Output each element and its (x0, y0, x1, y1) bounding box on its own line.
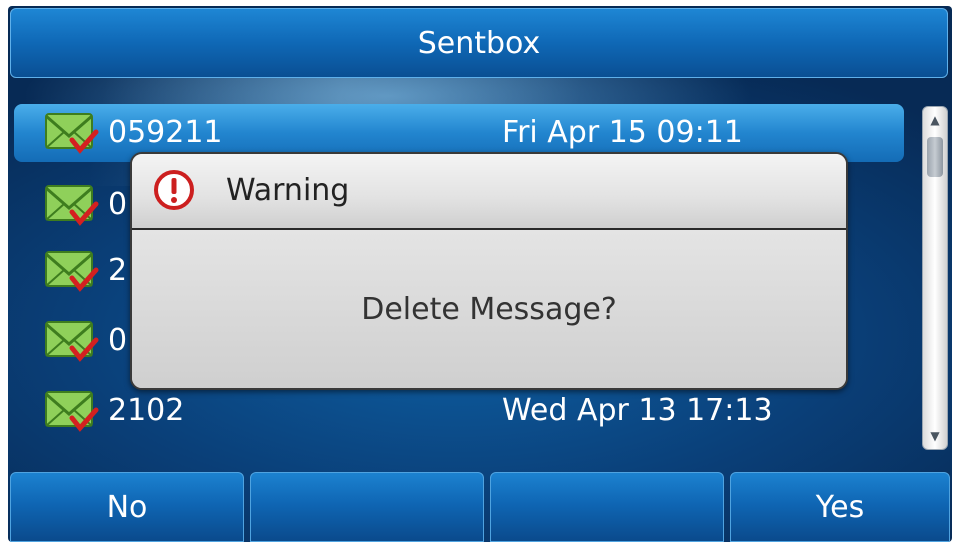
page-title: Sentbox (417, 26, 541, 61)
scrollbar-thumb[interactable] (927, 137, 943, 177)
message-number: 2 (108, 253, 128, 288)
scroll-up-arrow-icon[interactable]: ▲ (926, 111, 944, 129)
message-number: 2102 (108, 393, 185, 428)
sent-mail-icon (45, 251, 99, 292)
softkey-bar: No Yes (8, 472, 952, 542)
warning-icon (154, 170, 194, 210)
message-number: 0 (108, 323, 128, 358)
sent-mail-icon (45, 113, 99, 154)
sent-mail-icon (45, 391, 99, 432)
title-bar: Sentbox (10, 8, 948, 78)
sent-mail-icon (45, 185, 99, 226)
softkey-2-button[interactable] (250, 472, 484, 542)
dialog-body: Delete Message? (132, 230, 846, 388)
dialog-message: Delete Message? (361, 292, 617, 327)
scroll-down-arrow-icon[interactable]: ▼ (926, 427, 944, 445)
softkey-3-button[interactable] (490, 472, 724, 542)
sent-mail-icon (45, 321, 99, 362)
dialog-header: Warning (132, 154, 846, 230)
yes-button[interactable]: Yes (730, 472, 950, 542)
scrollbar[interactable]: ▲ ▼ (922, 106, 948, 450)
no-button[interactable]: No (10, 472, 244, 542)
phone-screen: Sentbox 059211 Fri Apr 15 09:11 0 2 0 21… (8, 6, 952, 542)
dialog-title: Warning (226, 173, 350, 208)
warning-dialog: Warning Delete Message? (130, 152, 848, 390)
message-date: Wed Apr 13 17:13 (502, 393, 773, 428)
message-row[interactable]: 2102 Wed Apr 13 17:13 (14, 382, 904, 440)
message-number: 0 (108, 187, 128, 222)
